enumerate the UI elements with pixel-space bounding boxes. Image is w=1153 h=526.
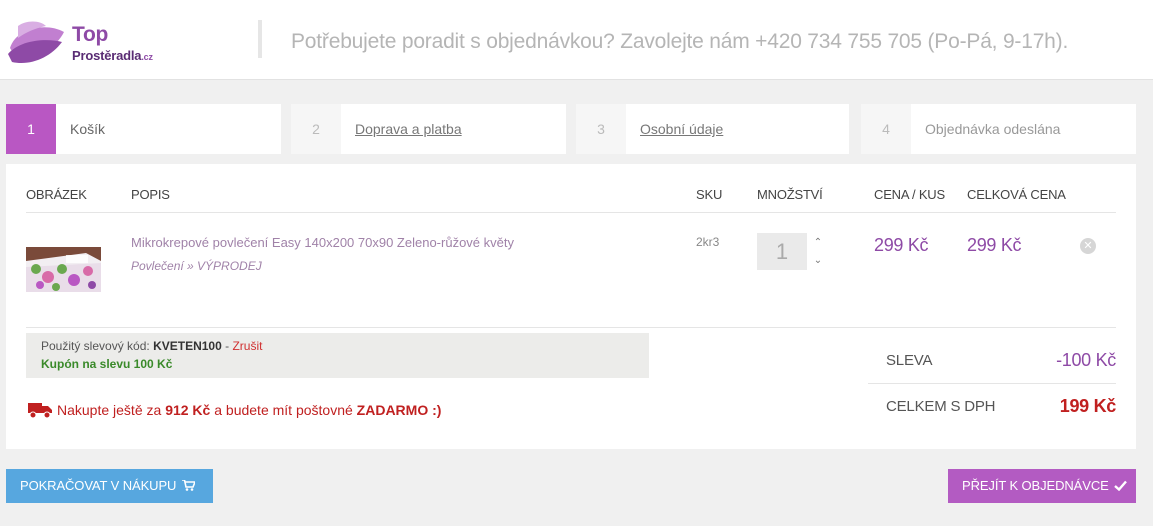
- header-sku: SKU: [696, 187, 723, 202]
- coupon-used-label: Použitý slevový kód:: [41, 339, 150, 353]
- truck-icon: [28, 403, 52, 419]
- coupon-box: Použitý slevový kód: KVETEN100 - Zrušit …: [26, 333, 649, 378]
- header-desc: POPIS: [131, 187, 170, 202]
- product-thumbnail[interactable]: [26, 247, 101, 292]
- check-icon: [1114, 480, 1128, 492]
- unit-price: 299 Kč: [874, 235, 929, 255]
- go-to-order-button[interactable]: PŘEJÍT K OBJEDNÁVCE: [948, 469, 1136, 503]
- cart-panel: OBRÁZEK POPIS SKU MNOŽSTVÍ CENA / KUS CE…: [6, 164, 1136, 449]
- step-sent: 4 Objednávka odeslána: [861, 104, 1136, 154]
- step-label: Objednávka odeslána: [925, 121, 1061, 137]
- chevron-down-icon[interactable]: ⌄: [809, 252, 827, 269]
- product-image: [26, 247, 101, 292]
- go-to-order-label: PŘEJÍT K OBJEDNÁVCE: [962, 478, 1109, 493]
- chevron-up-icon[interactable]: ⌃: [809, 234, 827, 251]
- step-number: 4: [861, 104, 911, 154]
- coupon-used-line: Použitý slevový kód: KVETEN100 - Zrušit: [41, 339, 262, 353]
- logo-bottom-text: Prostěradla.cz: [72, 48, 153, 63]
- quantity-stepper[interactable]: ⌃ ⌄: [757, 233, 827, 270]
- header-qty: MNOŽSTVÍ: [757, 187, 823, 202]
- discount-label: SLEVA: [886, 352, 933, 369]
- remove-icon[interactable]: ✕: [1080, 238, 1096, 254]
- step-label[interactable]: Doprava a platba: [355, 121, 462, 137]
- leaf-logo-icon: [8, 21, 64, 64]
- header-contact-text: Potřebujete poradit s objednávkou? Zavol…: [291, 30, 1069, 53]
- continue-shopping-button[interactable]: POKRAČOVAT V NÁKUPU: [6, 469, 213, 503]
- step-number: 2: [291, 104, 341, 154]
- line-total: 299 Kč: [967, 235, 1022, 255]
- product-name-link[interactable]: Mikrokrepové povlečení Easy 140x200 70x9…: [131, 235, 514, 250]
- step-personal[interactable]: 3 Osobní údaje: [576, 104, 849, 154]
- step-label: Košík: [70, 121, 106, 137]
- shipping-text-pre: Nakupte ještě za: [57, 402, 162, 418]
- header-image: OBRÁZEK: [26, 187, 87, 202]
- free-shipping-notice: Nakupte ještě za 912 Kč a budete mít poš…: [28, 401, 441, 419]
- divider: [868, 383, 1116, 384]
- shipping-amount: 912 Kč: [165, 402, 211, 418]
- shipping-free: ZADARMO :): [356, 402, 442, 418]
- step-cart: 1 Košík: [6, 104, 281, 154]
- quantity-input[interactable]: [757, 233, 807, 270]
- step-number: 1: [6, 104, 56, 154]
- continue-shopping-label: POKRAČOVAT V NÁKUPU: [20, 478, 177, 493]
- coupon-code: KVETEN100: [153, 339, 222, 353]
- step-label[interactable]: Osobní údaje: [640, 121, 723, 137]
- discount-value: -100 Kč: [1056, 350, 1116, 370]
- total-label: CELKEM S DPH: [886, 398, 996, 415]
- product-sku: 2kr3: [696, 235, 720, 249]
- step-number: 3: [576, 104, 626, 154]
- header-divider: [258, 20, 262, 58]
- shipping-text-mid: a budete mít poštovné: [214, 402, 353, 418]
- step-shipping[interactable]: 2 Doprava a platba: [291, 104, 566, 154]
- header-total: CELKOVÁ CENA: [967, 187, 1066, 202]
- cart-icon: [181, 479, 197, 491]
- divider: [26, 212, 1116, 213]
- divider: [26, 327, 1116, 328]
- coupon-cancel-link[interactable]: Zrušit: [232, 339, 262, 353]
- coupon-description: Kupón na slevu 100 Kč: [41, 357, 173, 371]
- logo-top-text: Top: [72, 23, 109, 46]
- product-category-link[interactable]: Povlečení » VÝPRODEJ: [131, 259, 262, 273]
- header-unit-price: CENA / KUS: [874, 187, 945, 202]
- coupon-separator: -: [221, 339, 233, 353]
- total-value: 199 Kč: [1059, 396, 1117, 416]
- site-header: Top Prostěradla.cz Potřebujete poradit s…: [0, 0, 1153, 80]
- logo[interactable]: Top Prostěradla.cz: [6, 18, 176, 66]
